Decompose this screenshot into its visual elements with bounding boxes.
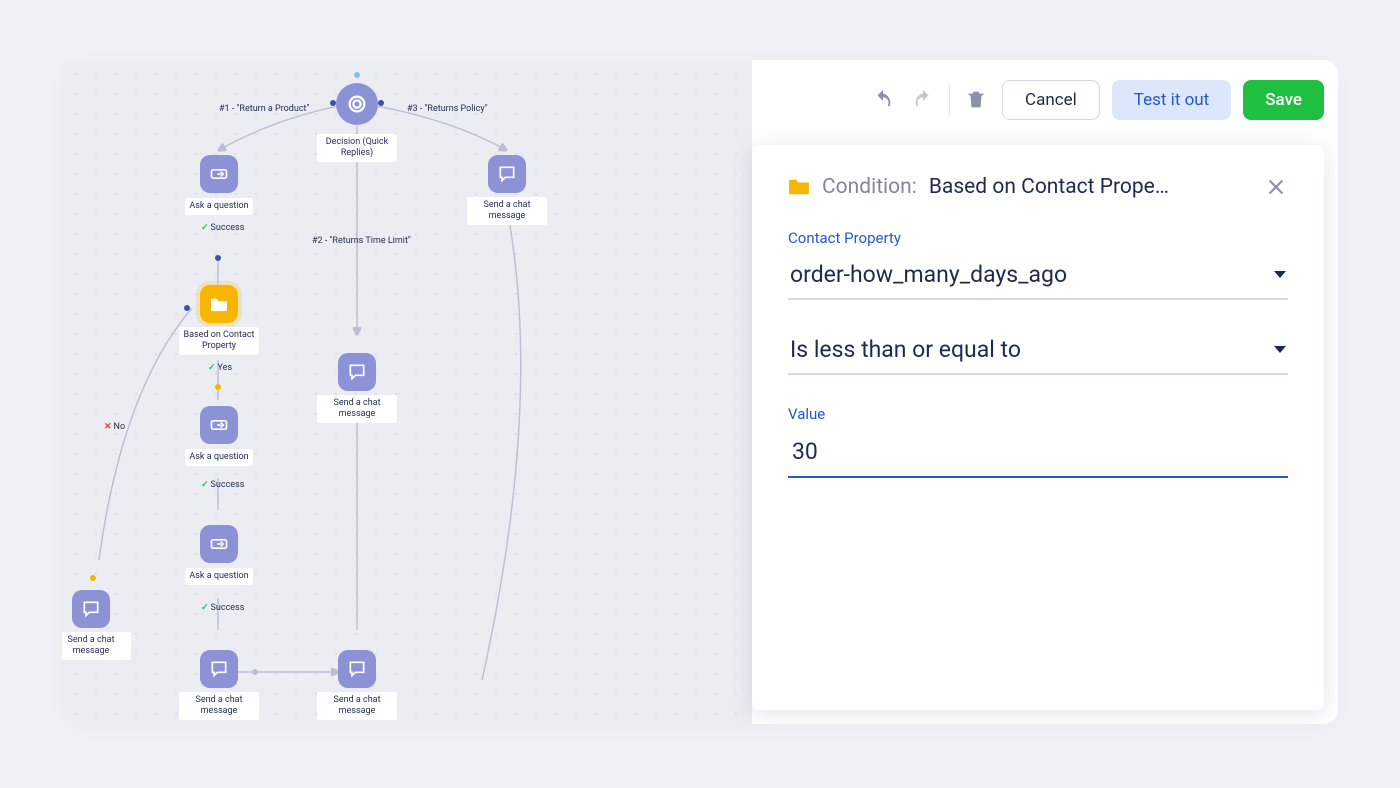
branch-label-1: #1 - "Return a Product" xyxy=(219,104,309,114)
close-panel-button[interactable] xyxy=(1264,175,1288,199)
select-value: Is less than or equal to xyxy=(790,336,1021,363)
node-label: Send a chat message xyxy=(317,395,397,423)
node-ask-question-3[interactable]: Ask a question xyxy=(179,525,259,585)
connector-dot xyxy=(252,669,258,675)
status-yes: ✓Yes xyxy=(208,363,232,373)
cancel-button[interactable]: Cancel xyxy=(1002,80,1100,120)
node-label: Send a chat message xyxy=(467,197,547,225)
button-label: Cancel xyxy=(1025,90,1077,110)
flow-canvas[interactable]: Decision (Quick Replies) #1 - "Return a … xyxy=(62,60,752,724)
folder-icon xyxy=(788,178,810,196)
delete-button[interactable] xyxy=(962,86,990,114)
chat-icon xyxy=(72,590,110,628)
value-label: Value xyxy=(788,405,1288,423)
status-success: ✓Success xyxy=(201,480,244,490)
start-node[interactable] xyxy=(336,83,378,125)
chat-icon xyxy=(200,650,238,688)
branch-label-3: #3 - "Returns Policy" xyxy=(407,104,488,114)
status-no: ✕No xyxy=(104,422,125,432)
button-label: Test it out xyxy=(1134,90,1209,110)
value-input[interactable] xyxy=(790,437,1286,466)
connector-dot xyxy=(90,575,96,581)
chat-icon xyxy=(338,353,376,391)
node-chat-col2-b[interactable]: Send a chat message xyxy=(317,650,397,720)
node-chat-col1-bottom[interactable]: Send a chat message xyxy=(179,650,259,720)
status-success: ✓Success xyxy=(201,603,244,613)
connector-dot xyxy=(378,100,384,106)
node-label: Send a chat message xyxy=(179,692,259,720)
select-value: order-how_many_days_ago xyxy=(790,261,1067,288)
node-label: Ask a question xyxy=(185,449,252,466)
node-condition-selected[interactable]: Based on Contact Property xyxy=(179,285,259,355)
input-icon xyxy=(200,406,238,444)
connector-dot xyxy=(215,255,221,261)
contact-property-select[interactable]: order-how_many_days_ago xyxy=(788,255,1288,300)
connectors-layer xyxy=(62,60,752,724)
input-icon xyxy=(200,525,238,563)
node-chat-col3[interactable]: Send a chat message xyxy=(467,155,547,225)
connector-dot xyxy=(354,72,360,78)
node-ask-question-2[interactable]: Ask a question xyxy=(179,406,259,466)
toolbar: Cancel Test it out Save xyxy=(869,80,1324,120)
separator xyxy=(949,85,950,115)
input-icon xyxy=(200,155,238,193)
node-ask-question-1[interactable]: Ask a question xyxy=(179,155,259,215)
node-label: Decision (Quick Replies) xyxy=(317,134,397,162)
node-chat-col2-a[interactable]: Send a chat message xyxy=(317,353,397,423)
chevron-down-icon xyxy=(1274,346,1286,353)
button-label: Save xyxy=(1265,90,1302,110)
connector-dot xyxy=(330,100,336,106)
node-chat-no-branch[interactable]: Send a chat message xyxy=(62,590,131,660)
node-label: Ask a question xyxy=(185,198,252,215)
node-label: Ask a question xyxy=(185,568,252,585)
app-frame: Decision (Quick Replies) #1 - "Return a … xyxy=(62,60,1338,724)
chevron-down-icon xyxy=(1274,271,1286,278)
test-button[interactable]: Test it out xyxy=(1112,80,1231,120)
node-label: Send a chat message xyxy=(62,632,131,660)
save-button[interactable]: Save xyxy=(1243,80,1324,120)
contact-property-label: Contact Property xyxy=(788,229,1288,247)
branch-label-2: #2 - "Returns Time Limit" xyxy=(312,236,411,246)
operator-select[interactable]: Is less than or equal to xyxy=(788,330,1288,375)
redo-button[interactable] xyxy=(909,86,937,114)
close-icon xyxy=(1266,177,1286,197)
start-node-label: Decision (Quick Replies) xyxy=(317,130,397,162)
undo-button[interactable] xyxy=(869,86,897,114)
status-success: ✓Success xyxy=(201,223,244,233)
condition-side-panel: Condition: Based on Contact Prope… Conta… xyxy=(752,145,1324,710)
connector-dot xyxy=(215,384,221,390)
node-label: Send a chat message xyxy=(317,692,397,720)
panel-header: Condition: Based on Contact Prope… xyxy=(788,175,1288,199)
chat-icon xyxy=(488,155,526,193)
node-label: Based on Contact Property xyxy=(179,327,259,355)
panel-title-value: Based on Contact Prope… xyxy=(929,175,1244,199)
value-input-wrap xyxy=(788,431,1288,478)
panel-title-label: Condition: xyxy=(822,175,917,199)
chat-icon xyxy=(338,650,376,688)
folder-icon xyxy=(200,285,238,323)
